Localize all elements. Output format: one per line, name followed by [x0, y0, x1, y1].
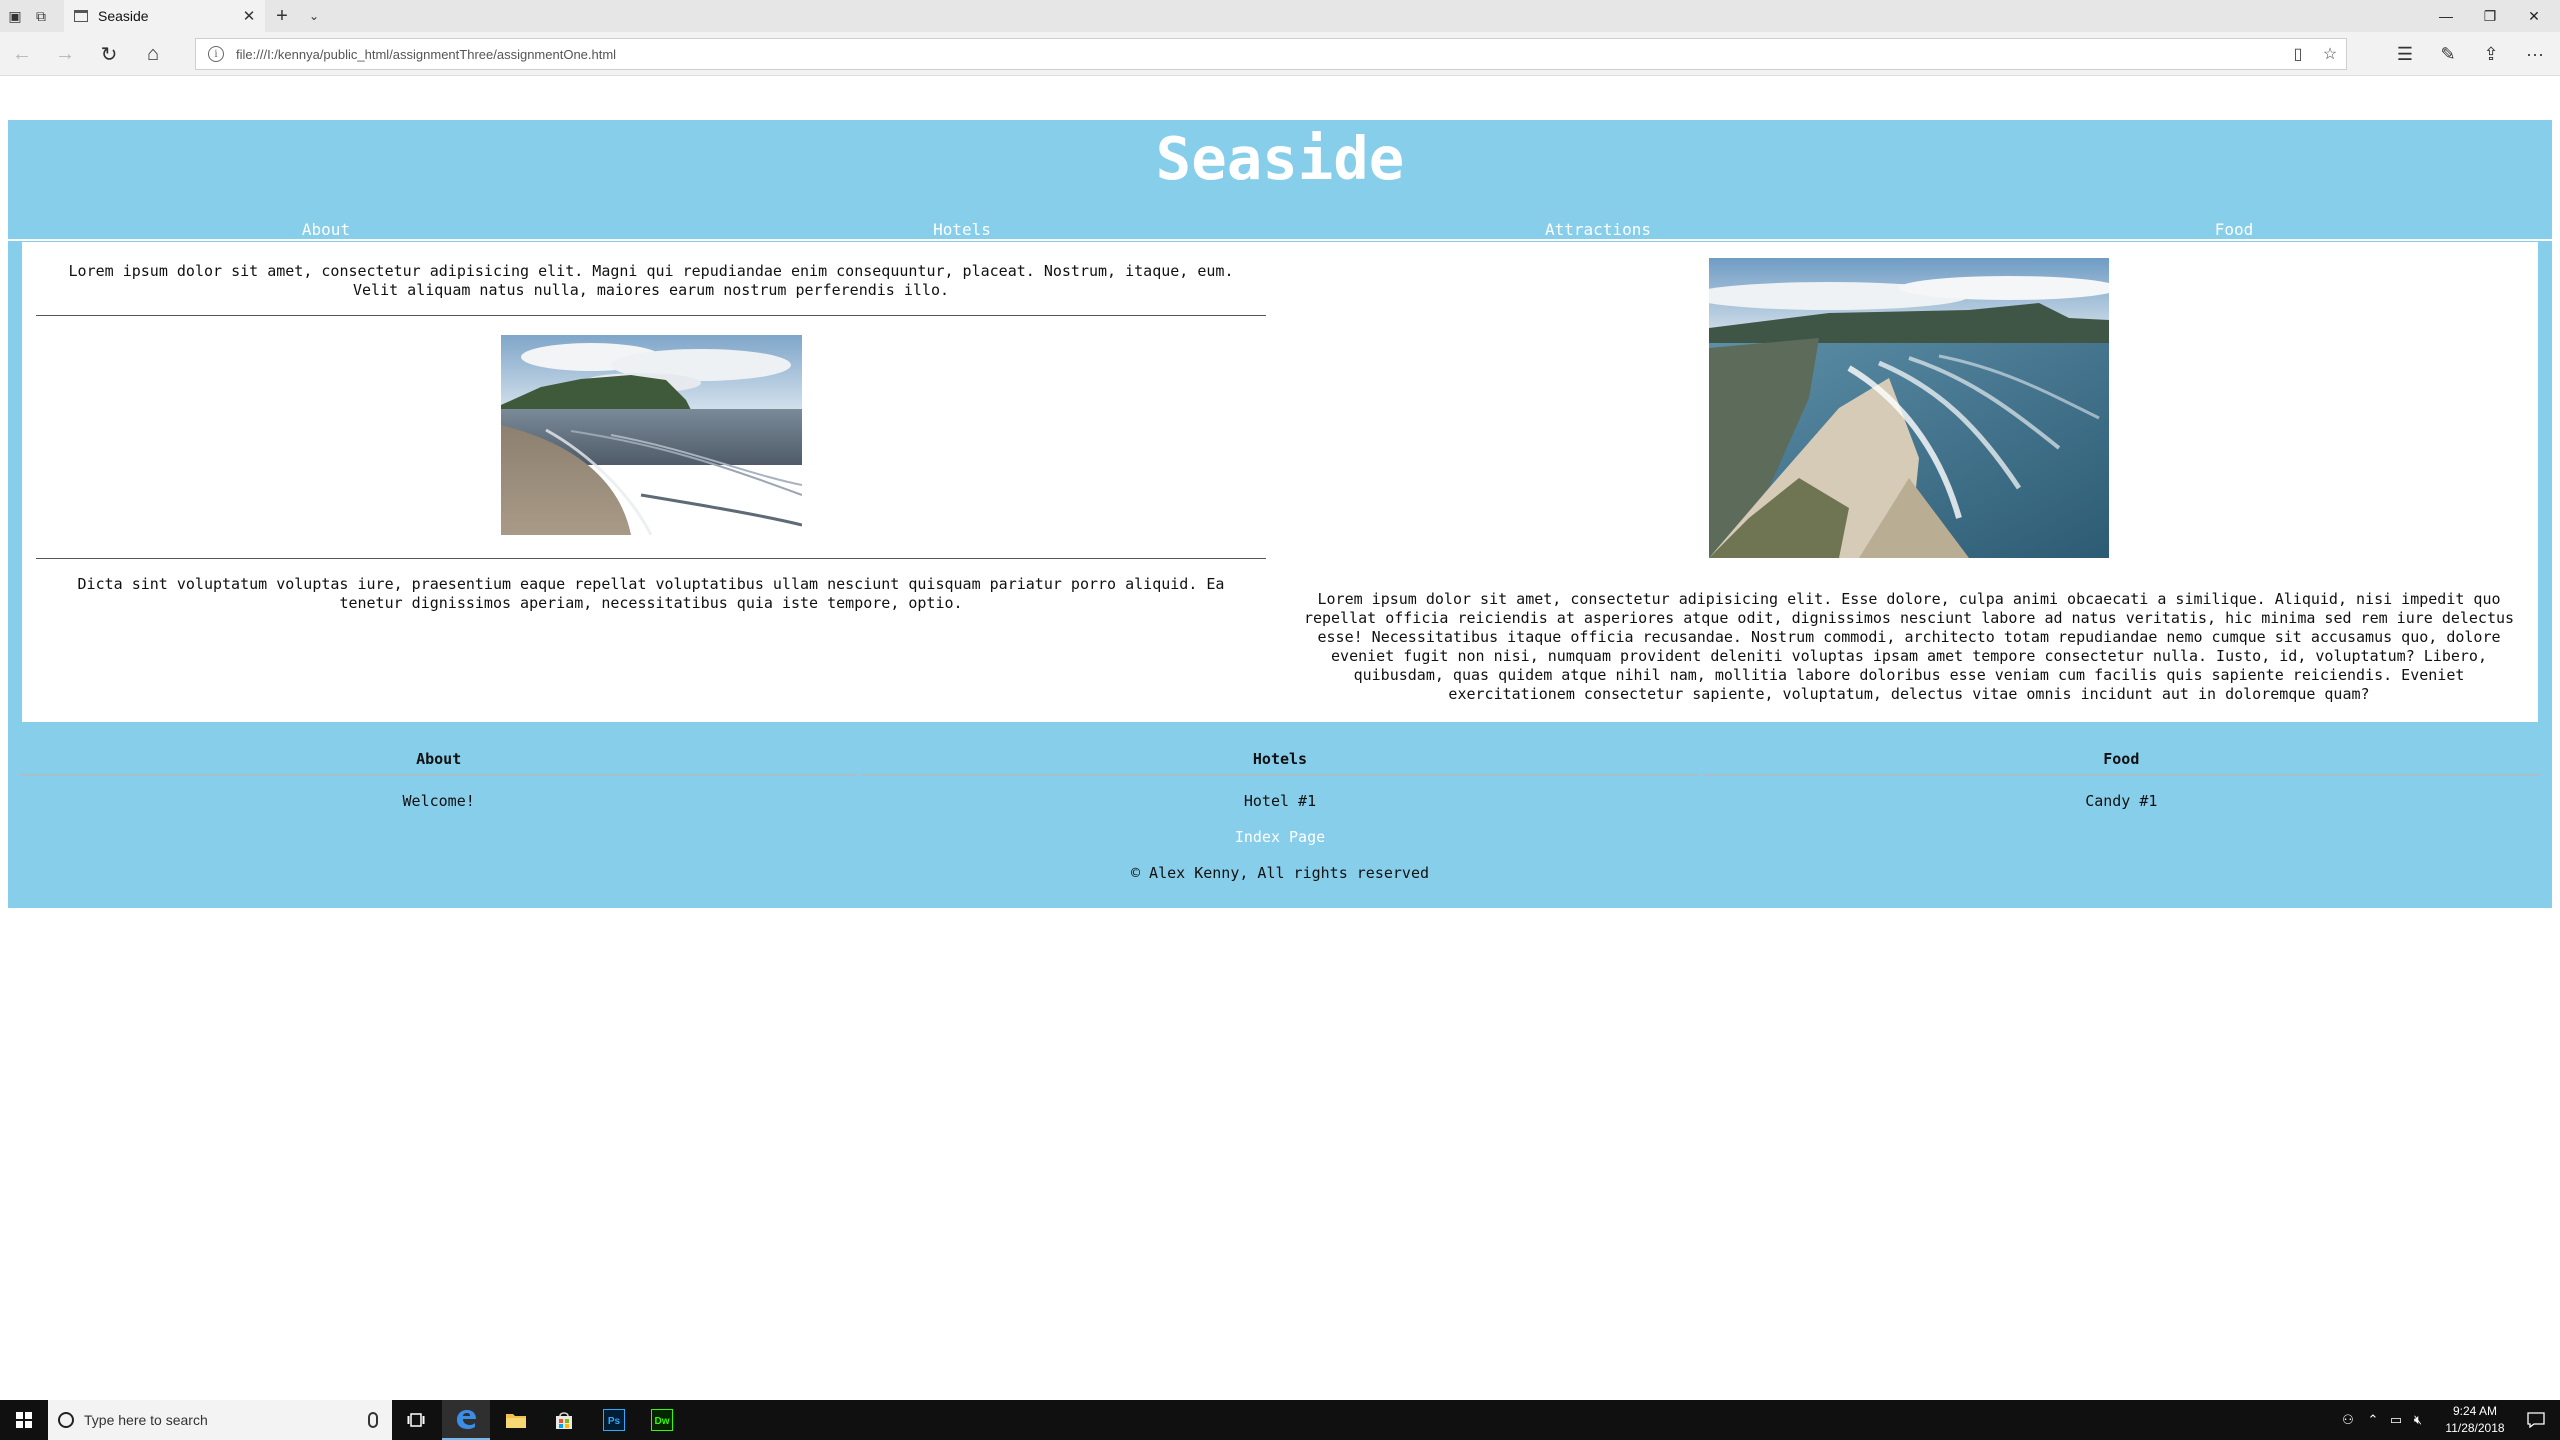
clock-time: 9:24 AM: [2452, 1404, 2498, 1418]
horizontal-rule: [36, 315, 1266, 316]
svg-text:Ps: Ps: [608, 1416, 621, 1427]
svg-text:Dw: Dw: [655, 1416, 670, 1427]
footer-column-food: Food Candy #1: [1702, 722, 2540, 810]
right-column: Lorem ipsum dolor sit amet, consectetur …: [1280, 242, 2538, 722]
home-icon[interactable]: ⌂: [137, 38, 169, 70]
close-window-button[interactable]: ✕: [2512, 0, 2556, 32]
dreamweaver-icon: Dw: [651, 1409, 673, 1431]
minimize-button[interactable]: —: [2424, 0, 2468, 32]
footer-divider: [20, 774, 858, 776]
taskbar-search[interactable]: Type here to search: [48, 1400, 392, 1440]
photoshop-button[interactable]: Ps: [590, 1400, 638, 1440]
horizontal-rule: [36, 558, 1266, 559]
index-page-link[interactable]: Index Page: [8, 828, 2552, 846]
more-options-icon[interactable]: ···: [2515, 38, 2555, 70]
task-view-icon: [407, 1413, 425, 1427]
url-text[interactable]: file:///I:/kennya/public_html/assignment…: [236, 47, 2282, 62]
info-icon[interactable]: i: [208, 46, 224, 62]
dreamweaver-button[interactable]: Dw: [638, 1400, 686, 1440]
taskbar-clock[interactable]: 9:24 AM 11/28/2018: [2432, 1403, 2518, 1437]
web-note-pen-icon[interactable]: ✎: [2428, 38, 2468, 70]
taskbar: Type here to search Ps Dw ⚇ ⌃ ▭ 🔇︎ 9:24 …: [0, 1400, 2560, 1440]
tabs-aside-icon[interactable]: ⧉: [28, 0, 54, 32]
tab-title: Seaside: [98, 8, 149, 24]
new-tab-button[interactable]: +: [270, 0, 294, 32]
page-icon: [74, 10, 88, 22]
site-header: Seaside About Hotels Attractions Food: [8, 120, 2552, 242]
footer-item[interactable]: Hotel #1: [861, 792, 1698, 810]
nav-divider: [8, 239, 2552, 241]
forward-arrow-icon[interactable]: →: [49, 38, 81, 70]
microphone-icon[interactable]: [368, 1412, 378, 1428]
favorites-hub-icon[interactable]: ☰: [2385, 38, 2425, 70]
aerial-coast-photo: [1709, 258, 2109, 558]
footer-divider: [1702, 774, 2540, 776]
footer-heading: Food: [2103, 750, 2140, 768]
start-button[interactable]: [0, 1400, 48, 1440]
reading-view-icon[interactable]: ▯: [2282, 39, 2314, 69]
windows-logo-icon: [16, 1412, 32, 1428]
browser-toolbar: ← → ↻ ⌂ i file:///I:/kennya/public_html/…: [0, 32, 2560, 76]
set-aside-tabs-icon[interactable]: ▣: [2, 0, 28, 32]
file-explorer-button[interactable]: [492, 1400, 540, 1440]
clock-date: 11/28/2018: [2445, 1421, 2505, 1435]
browser-tab-bar: ▣ ⧉ Seaside ✕ + ⌄ — ❐ ✕: [0, 0, 2560, 32]
right-paragraph: Lorem ipsum dolor sit amet, consectetur …: [1303, 590, 2515, 703]
site-footer: About Welcome! Hotels Hotel #1 Food Cand…: [8, 722, 2552, 908]
footer-column-about: About Welcome!: [20, 722, 858, 810]
left-paragraph-2: Dicta sint voluptatum voluptas iure, pra…: [77, 575, 1225, 612]
content-wrapper: Lorem ipsum dolor sit amet, consectetur …: [8, 242, 2552, 722]
footer-item[interactable]: Welcome!: [20, 792, 857, 810]
edge-icon: [457, 1410, 476, 1429]
network-icon[interactable]: ▭: [2386, 1412, 2406, 1428]
edge-app-button[interactable]: [442, 1400, 490, 1440]
beach-photo: [500, 335, 802, 535]
cortana-icon: [58, 1412, 74, 1428]
copyright-text: © Alex Kenny, All rights reserved: [1130, 864, 1429, 882]
system-tray: ⚇ ⌃ ▭ 🔇︎: [2336, 1400, 2430, 1440]
footer-heading: Hotels: [1252, 750, 1308, 768]
restore-button[interactable]: ❐: [2468, 0, 2512, 32]
site-title: Seaside: [1155, 124, 1405, 193]
chevron-up-icon[interactable]: ⌃: [2360, 1412, 2386, 1428]
main-content: Lorem ipsum dolor sit amet, consectetur …: [22, 242, 2538, 722]
footer-divider: [861, 774, 1699, 776]
refresh-icon[interactable]: ↻: [93, 38, 125, 70]
chevron-down-icon[interactable]: ⌄: [302, 0, 326, 32]
store-button[interactable]: [540, 1400, 588, 1440]
address-bar[interactable]: i file:///I:/kennya/public_html/assignme…: [195, 38, 2347, 70]
left-paragraph-1: Lorem ipsum dolor sit amet, consectetur …: [68, 262, 1234, 299]
folder-icon: [506, 1414, 526, 1428]
footer-heading: About: [416, 750, 462, 768]
browser-tab[interactable]: Seaside ✕: [64, 0, 265, 32]
share-icon[interactable]: ⇪: [2471, 38, 2511, 70]
left-column: Lorem ipsum dolor sit amet, consectetur …: [22, 242, 1280, 722]
task-view-button[interactable]: [392, 1400, 440, 1440]
search-placeholder[interactable]: Type here to search: [84, 1412, 368, 1428]
web-page: Seaside About Hotels Attractions Food Lo…: [8, 120, 2552, 908]
footer-item[interactable]: Candy #1: [1703, 792, 2540, 810]
star-icon[interactable]: ☆: [2314, 39, 2346, 69]
volume-muted-icon[interactable]: 🔇︎: [2406, 1412, 2430, 1428]
footer-column-hotels: Hotels Hotel #1: [861, 722, 1699, 810]
back-arrow-icon[interactable]: ←: [6, 38, 38, 70]
close-tab-icon[interactable]: ✕: [237, 4, 261, 28]
people-icon[interactable]: ⚇: [2336, 1412, 2360, 1428]
store-bag-icon: [556, 1412, 572, 1429]
notification-icon: [2527, 1412, 2545, 1428]
photoshop-icon: Ps: [603, 1409, 625, 1431]
footer-columns: About Welcome! Hotels Hotel #1 Food Cand…: [18, 722, 2542, 810]
action-center-button[interactable]: [2512, 1400, 2560, 1440]
